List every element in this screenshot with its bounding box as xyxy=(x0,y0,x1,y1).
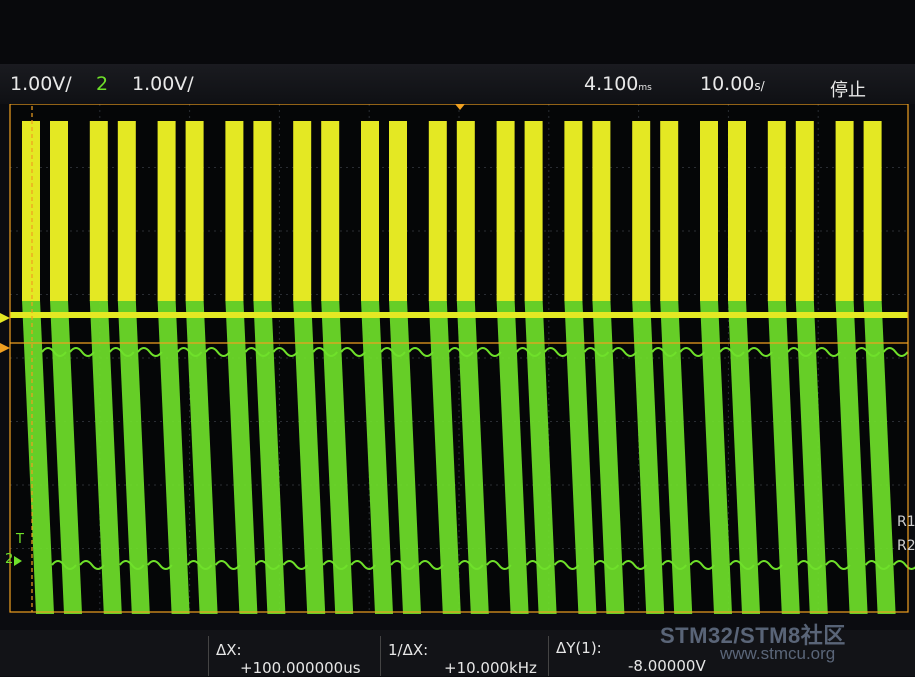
channel-1-baseline xyxy=(10,312,908,318)
channel-1-pulse xyxy=(564,121,583,301)
separator-1 xyxy=(208,636,209,676)
channel-1-pulse xyxy=(89,121,108,301)
dx-value: +100.000000us xyxy=(240,659,361,677)
bezel-top xyxy=(0,0,915,64)
dy-value: -8.00000V xyxy=(628,657,706,675)
time-scale-value: 10.00 xyxy=(700,73,755,95)
r2-label: R2 xyxy=(897,538,915,554)
channel-1-pulse xyxy=(22,121,40,301)
trigger-marker: T xyxy=(16,532,24,547)
channel-1-pulse xyxy=(117,121,136,301)
channel-1-pulse xyxy=(361,121,379,301)
channel-1-pulse xyxy=(524,121,543,301)
channel-1-pulse xyxy=(225,121,244,301)
channel-1-pulse xyxy=(767,121,786,301)
channel-1-pulse xyxy=(456,121,475,301)
separator-3 xyxy=(548,636,549,676)
channel-1-pulse xyxy=(253,121,272,301)
channel-1-pulse xyxy=(863,121,882,301)
dx-label: ΔX: xyxy=(216,641,242,659)
watermark-url: www.stmcu.org xyxy=(720,644,836,663)
channel-1-pulse xyxy=(592,121,611,301)
channel-1-pulse xyxy=(632,121,651,301)
inv-dx-value: +10.000kHz xyxy=(444,659,537,677)
channel-1-pulse xyxy=(293,121,312,301)
dy-label: ΔY(1): xyxy=(556,639,602,657)
separator-2 xyxy=(380,636,381,676)
r1-label: R1 xyxy=(897,514,915,530)
ch2-side-marker: 2 xyxy=(5,552,14,567)
channel-1-ground-marker[interactable] xyxy=(0,313,10,323)
ch2-number: 2 xyxy=(96,73,109,95)
run-state[interactable]: 停止 xyxy=(830,76,866,102)
channel-1-pulse xyxy=(728,121,746,301)
time-scale[interactable]: 10.00s/ xyxy=(700,73,765,95)
cursor-level-marker[interactable] xyxy=(0,343,10,353)
channel-1-pulse xyxy=(389,121,407,301)
time-position[interactable]: 4.100ms xyxy=(584,73,652,95)
ch1-scale[interactable]: 1.00V/ xyxy=(10,73,72,95)
channel-1-pulse xyxy=(50,121,68,301)
channel-1-pulse xyxy=(428,121,447,301)
ch2-scale[interactable]: 1.00V/ xyxy=(132,73,194,95)
time-scale-unit: s/ xyxy=(754,79,765,93)
time-position-value: 4.100 xyxy=(584,73,639,95)
channel-1-pulse xyxy=(835,121,854,301)
channel-1-pulse xyxy=(496,121,515,301)
time-position-unit: ms xyxy=(638,83,652,93)
channel-1-pulse xyxy=(700,121,718,301)
channel-1-pulse xyxy=(157,121,176,301)
channel-1-pulse xyxy=(795,121,814,301)
inv-dx-label: 1/ΔX: xyxy=(388,641,429,659)
channel-1-pulse xyxy=(185,121,204,301)
channel-1-pulse xyxy=(660,121,679,301)
channel-1-pulse xyxy=(321,121,340,301)
